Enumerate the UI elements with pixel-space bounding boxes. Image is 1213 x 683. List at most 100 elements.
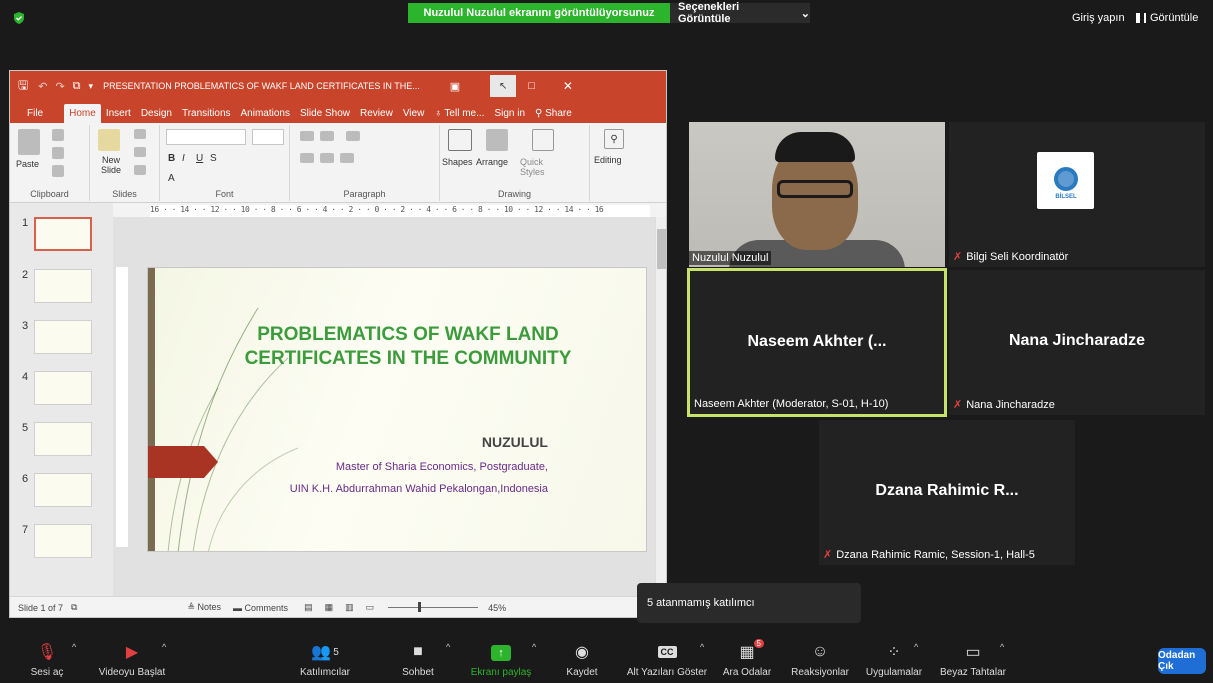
slide-thumbnail[interactable]: [34, 524, 92, 558]
tab-slide-show[interactable]: Slide Show: [295, 104, 355, 123]
reset-icon[interactable]: [134, 147, 146, 157]
slide-thumbnail[interactable]: [34, 217, 92, 251]
slide-thumbnail[interactable]: [34, 473, 92, 507]
chat-button[interactable]: ■ Sohbet: [398, 630, 438, 683]
slide-title: PROBLEMATICS OF WAKF LAND CERTIFICATES I…: [244, 324, 572, 369]
tab-view[interactable]: View: [398, 104, 430, 123]
reactions-button[interactable]: ☺ Reaksiyonlar: [788, 630, 852, 683]
present-icon[interactable]: ⧉: [73, 80, 81, 93]
scroll-thumb[interactable]: [657, 229, 666, 269]
font-size-select[interactable]: [252, 129, 284, 145]
sign-in-link[interactable]: Giriş yapın: [1072, 12, 1125, 24]
tab-animations[interactable]: Animations: [236, 104, 295, 123]
video-tile-naseem[interactable]: Naseem Akhter (... Naseem Akhter (Modera…: [687, 268, 947, 417]
view-button[interactable]: Görüntüle: [1136, 12, 1198, 24]
sorter-view-icon[interactable]: ▦: [325, 602, 334, 613]
maximize-icon[interactable]: □: [528, 80, 535, 92]
leave-room-button[interactable]: Odadan Çık: [1158, 648, 1206, 674]
start-video-button[interactable]: ▶ Videoyu Başlat: [92, 630, 172, 683]
chevron-up-icon[interactable]: ^: [914, 642, 918, 652]
mic-muted-icon: ✗: [823, 549, 833, 561]
section-icon[interactable]: [134, 165, 146, 175]
video-tile-dzana[interactable]: Dzana Rahimic R... ✗ Dzana Rahimic Ramic…: [819, 420, 1075, 565]
align-center-icon[interactable]: [320, 153, 334, 163]
captions-button[interactable]: CC Alt Yazıları Göster: [622, 630, 712, 683]
record-button[interactable]: ◉ Kaydet: [560, 630, 604, 683]
arrange-icon[interactable]: [486, 129, 508, 151]
align-left-icon[interactable]: [300, 153, 314, 163]
tab-insert[interactable]: Insert: [101, 104, 136, 123]
copy-icon[interactable]: [52, 147, 64, 159]
chevron-up-icon[interactable]: ^: [1000, 642, 1004, 652]
slide-thumbnail[interactable]: [34, 371, 92, 405]
save-icon[interactable]: 🖫: [18, 76, 28, 97]
tab-sign-in[interactable]: Sign in: [489, 104, 530, 123]
slide-thumbnail[interactable]: [34, 269, 92, 303]
quick-styles-label: Quick Styles: [520, 157, 545, 177]
font-color-button[interactable]: A: [168, 173, 175, 184]
tab-tell-me[interactable]: ♁ Tell me...: [429, 104, 489, 123]
comments-button[interactable]: ▬ Comments: [233, 603, 288, 613]
reading-view-icon[interactable]: ▥: [345, 602, 354, 613]
zoom-slider[interactable]: [388, 602, 479, 612]
numbering-icon[interactable]: [320, 131, 334, 141]
format-painter-icon[interactable]: [52, 165, 64, 177]
shapes-icon[interactable]: [448, 129, 472, 151]
close-icon[interactable]: ✕: [563, 79, 573, 93]
zoom-level[interactable]: 45%: [488, 603, 506, 613]
tab-share[interactable]: ⚲ Share: [530, 104, 577, 123]
chevron-up-icon[interactable]: ^: [532, 642, 536, 652]
paste-icon[interactable]: [18, 129, 40, 155]
italic-button[interactable]: I: [182, 153, 185, 164]
chevron-up-icon[interactable]: ^: [700, 642, 704, 652]
apps-button[interactable]: ⁘ Uygulamalar: [860, 630, 928, 683]
bullets-icon[interactable]: [300, 131, 314, 141]
chevron-up-icon[interactable]: ^: [446, 642, 450, 652]
align-right-icon[interactable]: [340, 153, 354, 163]
redo-icon[interactable]: ↷: [55, 80, 64, 93]
slide-thumbnail[interactable]: [34, 422, 92, 456]
undo-icon[interactable]: ↶: [38, 80, 47, 93]
video-tile-nana[interactable]: Nana Jincharadze ✗ Nana Jincharadze: [949, 270, 1205, 415]
current-slide[interactable]: PROBLEMATICS OF WAKF LAND CERTIFICATES I…: [147, 267, 647, 552]
vertical-scrollbar[interactable]: [655, 217, 666, 596]
layout-icon[interactable]: [134, 129, 146, 139]
normal-view-icon[interactable]: ▤: [304, 602, 313, 613]
video-tile-nuzulul[interactable]: Nuzulul Nuzulul: [689, 122, 945, 267]
chevron-up-icon[interactable]: ^: [162, 642, 166, 652]
minimize-icon[interactable]: ↖: [490, 75, 517, 97]
notes-button[interactable]: ≜ Notes: [187, 602, 221, 613]
breakout-rooms-button[interactable]: ▦ 5 Ara Odalar: [720, 630, 774, 683]
bold-button[interactable]: B: [168, 153, 175, 164]
unmute-button[interactable]: 🎙 Sesi aç: [22, 630, 72, 683]
search-icon[interactable]: ⚲: [604, 129, 624, 149]
chevron-up-icon[interactable]: ^: [72, 642, 76, 652]
tab-review[interactable]: Review: [355, 104, 398, 123]
whiteboards-button[interactable]: ▭ Beyaz Tahtalar: [936, 630, 1010, 683]
customize-icon[interactable]: ▾: [89, 81, 94, 92]
editing-label[interactable]: Editing: [594, 155, 622, 165]
tab-transitions[interactable]: Transitions: [177, 104, 236, 123]
view-options-button[interactable]: Seçenekleri Görüntüle ⌄: [670, 1, 810, 25]
quick-styles-icon[interactable]: [532, 129, 554, 151]
new-slide-icon[interactable]: [98, 129, 120, 151]
view-options-label: Seçenekleri Görüntüle: [678, 1, 740, 25]
font-name-select[interactable]: [166, 129, 246, 145]
underline-button[interactable]: U: [196, 153, 203, 164]
spellcheck-icon[interactable]: ⧉: [71, 602, 77, 613]
tab-home[interactable]: Home: [64, 104, 101, 123]
ribbon-display-icon[interactable]: ▣: [450, 80, 460, 93]
tab-design[interactable]: Design: [136, 104, 177, 123]
cut-icon[interactable]: [52, 129, 64, 141]
slideshow-view-icon[interactable]: ▭: [366, 602, 375, 613]
strikethrough-button[interactable]: S: [210, 153, 217, 164]
grid-view-icon: [1136, 13, 1146, 23]
tab-file[interactable]: File: [22, 104, 48, 123]
participants-button[interactable]: 👥 5 Katılımcılar: [290, 630, 360, 683]
slide-thumbnail[interactable]: [34, 320, 92, 354]
zoom-thumb[interactable]: [418, 602, 422, 612]
line-spacing-icon[interactable]: [346, 131, 360, 141]
share-screen-button[interactable]: ↑ Ekranı paylaş: [470, 630, 532, 683]
video-tile-bilgi[interactable]: BİLSEL ✗ Bilgi Seli Koordinatör: [949, 122, 1205, 267]
shield-icon: [14, 12, 24, 24]
